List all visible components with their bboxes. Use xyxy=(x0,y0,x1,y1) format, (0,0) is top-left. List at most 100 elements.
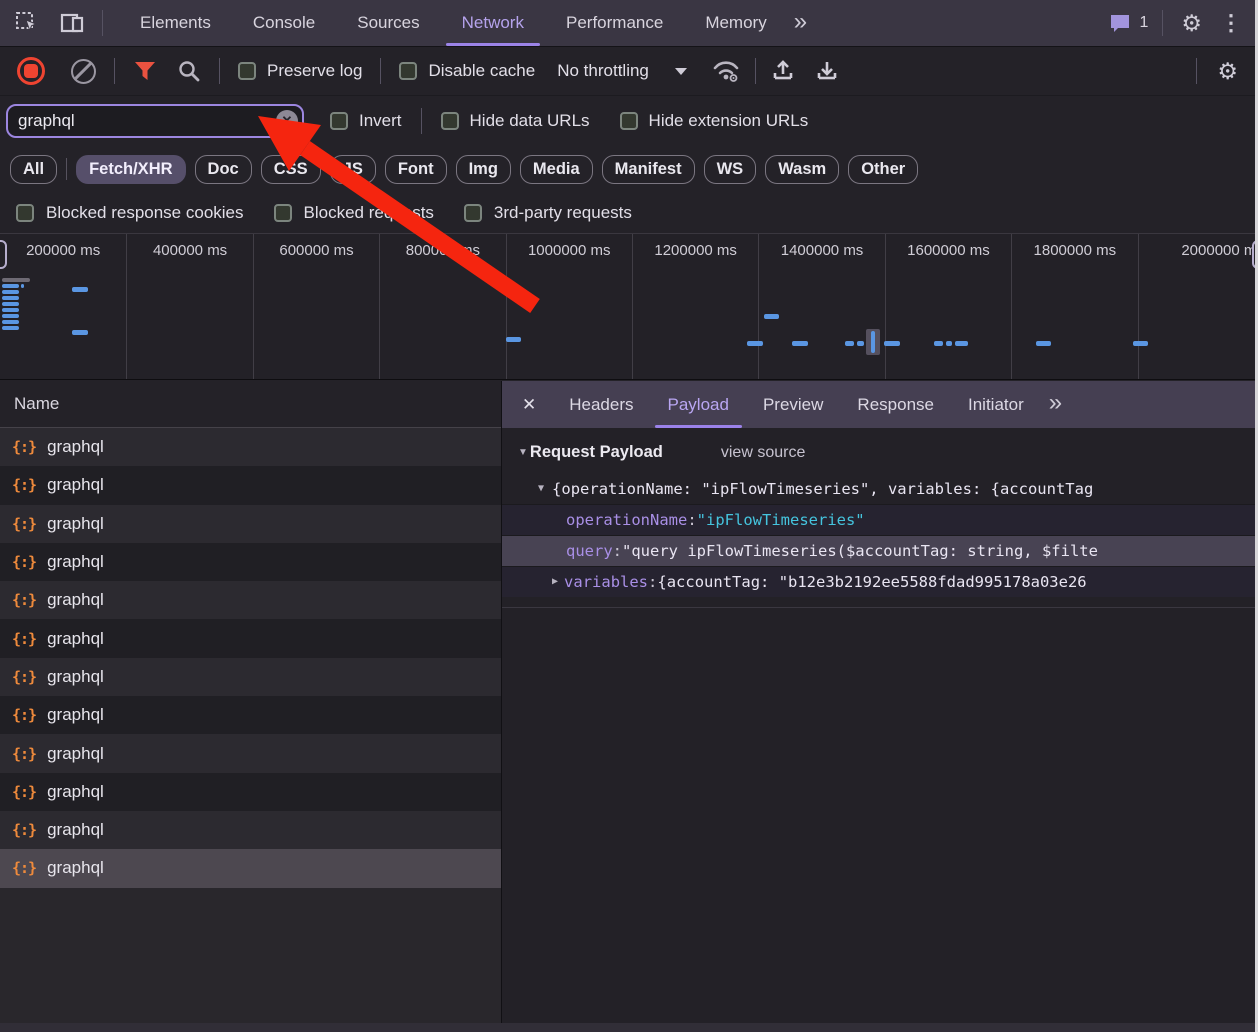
table-row[interactable]: {:}graphql xyxy=(0,734,501,772)
tab-initiator[interactable]: Initiator xyxy=(951,381,1041,428)
messages-icon[interactable] xyxy=(1108,12,1132,34)
record-network-log-icon[interactable] xyxy=(17,57,45,85)
tab-sources[interactable]: Sources xyxy=(336,0,440,46)
request-name: graphql xyxy=(47,437,104,457)
waterfall-bars xyxy=(0,234,1258,379)
kebab-menu-icon[interactable]: ⋮ xyxy=(1220,12,1242,34)
payload-variables-row[interactable]: ▶ variables: {accountTag: "b12e3b2192ee5… xyxy=(502,567,1258,597)
payload-value: "query ipFlowTimeseries($accountTag: str… xyxy=(622,536,1098,566)
payload-preview-row[interactable]: ▼ {operationName: "ipFlowTimeseries", va… xyxy=(502,474,1258,504)
waterfall-bar xyxy=(506,337,521,342)
hide-data-urls-checkbox[interactable] xyxy=(441,112,459,130)
chip-media[interactable]: Media xyxy=(520,155,593,184)
table-row[interactable]: {:}graphql xyxy=(0,581,501,619)
view-source-link[interactable]: view source xyxy=(721,444,805,462)
divider xyxy=(502,607,1258,608)
chip-font[interactable]: Font xyxy=(385,155,447,184)
chip-manifest[interactable]: Manifest xyxy=(602,155,695,184)
inspect-element-icon[interactable] xyxy=(14,10,40,36)
clear-filter-icon[interactable]: ✕ xyxy=(276,110,298,132)
hide-extension-urls-checkbox[interactable] xyxy=(620,112,638,130)
blocked-response-cookies-checkbox[interactable] xyxy=(16,204,34,222)
payload-value: {accountTag: "b12e3b2192ee5588fdad995178… xyxy=(657,567,1086,597)
waterfall-bar xyxy=(845,341,854,346)
chip-other[interactable]: Other xyxy=(848,155,918,184)
json-braces-icon: {:} xyxy=(12,438,36,456)
chip-all[interactable]: All xyxy=(10,155,57,184)
chip-wasm[interactable]: Wasm xyxy=(765,155,839,184)
waterfall-bar xyxy=(1133,341,1148,346)
tab-memory[interactable]: Memory xyxy=(684,0,787,46)
json-braces-icon: {:} xyxy=(12,859,36,877)
chip-fetch-xhr[interactable]: Fetch/XHR xyxy=(76,155,185,184)
more-tabs-chevron-icon[interactable]: » xyxy=(794,10,807,34)
table-row[interactable]: {:}graphql xyxy=(0,773,501,811)
tab-elements[interactable]: Elements xyxy=(119,0,232,46)
expand-triangle-icon[interactable]: ▶ xyxy=(552,577,558,587)
export-har-icon[interactable] xyxy=(814,58,840,84)
table-row[interactable]: {:}graphql xyxy=(0,658,501,696)
payload-query-row-selected[interactable]: query: "query ipFlowTimeseries($accountT… xyxy=(502,536,1258,567)
throttling-dropdown-arrow-icon[interactable] xyxy=(675,68,687,75)
waterfall-bar xyxy=(955,341,968,346)
tab-performance[interactable]: Performance xyxy=(545,0,684,46)
table-row[interactable]: {:}graphql xyxy=(0,466,501,504)
payload-operation-row[interactable]: operationName: "ipFlowTimeseries" xyxy=(502,504,1258,536)
table-row[interactable]: {:}graphql xyxy=(0,543,501,581)
table-row[interactable]: {:} graphql xyxy=(0,428,501,466)
name-column-header[interactable]: Name xyxy=(0,381,501,428)
device-toolbar-icon[interactable] xyxy=(60,11,86,35)
collapse-triangle-icon[interactable]: ▼ xyxy=(538,484,544,494)
table-row[interactable]: {:}graphql xyxy=(0,811,501,849)
disable-cache-checkbox[interactable] xyxy=(399,62,417,80)
settings-gear-icon[interactable]: ⚙ xyxy=(1181,12,1202,35)
table-row[interactable]: {:}graphql xyxy=(0,619,501,657)
tab-preview[interactable]: Preview xyxy=(746,381,840,428)
table-row[interactable]: {:}graphql xyxy=(0,505,501,543)
search-icon[interactable] xyxy=(177,59,201,83)
json-braces-icon: {:} xyxy=(12,553,36,571)
third-party-requests-checkbox[interactable] xyxy=(464,204,482,222)
filter-funnel-icon[interactable] xyxy=(133,60,157,82)
chip-doc[interactable]: Doc xyxy=(195,155,252,184)
waterfall-bar xyxy=(871,331,875,353)
json-braces-icon: {:} xyxy=(12,515,36,533)
chip-js[interactable]: JS xyxy=(330,155,376,184)
chip-ws[interactable]: WS xyxy=(704,155,757,184)
request-payload-title: Request Payload xyxy=(530,443,663,462)
invert-label: Invert xyxy=(359,111,402,131)
invert-checkbox[interactable] xyxy=(330,112,348,130)
waterfall-bar xyxy=(2,314,19,318)
table-row[interactable]: {:}graphql xyxy=(0,849,501,887)
collapse-triangle-icon[interactable]: ▼ xyxy=(518,448,528,458)
waterfall-bar xyxy=(764,314,779,319)
request-list: {:}graphql{:}graphql{:}graphql{:}graphql… xyxy=(0,428,501,888)
blocked-requests-checkbox[interactable] xyxy=(274,204,292,222)
request-name: graphql xyxy=(47,629,104,649)
chip-css[interactable]: CSS xyxy=(261,155,321,184)
throttling-select[interactable]: No throttling xyxy=(557,61,649,81)
devtools-top-bar: Elements Console Sources Network Perform… xyxy=(0,0,1258,47)
more-detail-tabs-chevron-icon[interactable]: » xyxy=(1049,391,1062,415)
waterfall-bar xyxy=(857,341,864,346)
tab-headers[interactable]: Headers xyxy=(552,381,650,428)
import-har-icon[interactable] xyxy=(770,58,796,84)
payload-key: variables xyxy=(564,567,648,597)
json-braces-icon: {:} xyxy=(12,745,36,763)
clear-network-log-icon[interactable] xyxy=(71,59,96,84)
network-conditions-icon[interactable] xyxy=(711,58,741,84)
tab-network[interactable]: Network xyxy=(441,0,545,46)
tab-response[interactable]: Response xyxy=(840,381,951,428)
chip-img[interactable]: Img xyxy=(456,155,511,184)
table-row[interactable]: {:}graphql xyxy=(0,696,501,734)
network-settings-gear-icon[interactable]: ⚙ xyxy=(1217,60,1238,83)
network-overview-timeline[interactable]: 200000 ms 400000 ms 600000 ms 800000 ms … xyxy=(0,233,1258,380)
preserve-log-checkbox[interactable] xyxy=(238,62,256,80)
disable-cache-label: Disable cache xyxy=(428,61,535,81)
tab-payload[interactable]: Payload xyxy=(651,381,746,428)
tab-console[interactable]: Console xyxy=(232,0,336,46)
timeline-left-grip[interactable] xyxy=(0,240,7,269)
close-detail-icon[interactable]: ✕ xyxy=(522,395,536,415)
filter-input[interactable] xyxy=(6,104,304,138)
network-toolbar: Preserve log Disable cache No throttling xyxy=(0,47,1258,96)
